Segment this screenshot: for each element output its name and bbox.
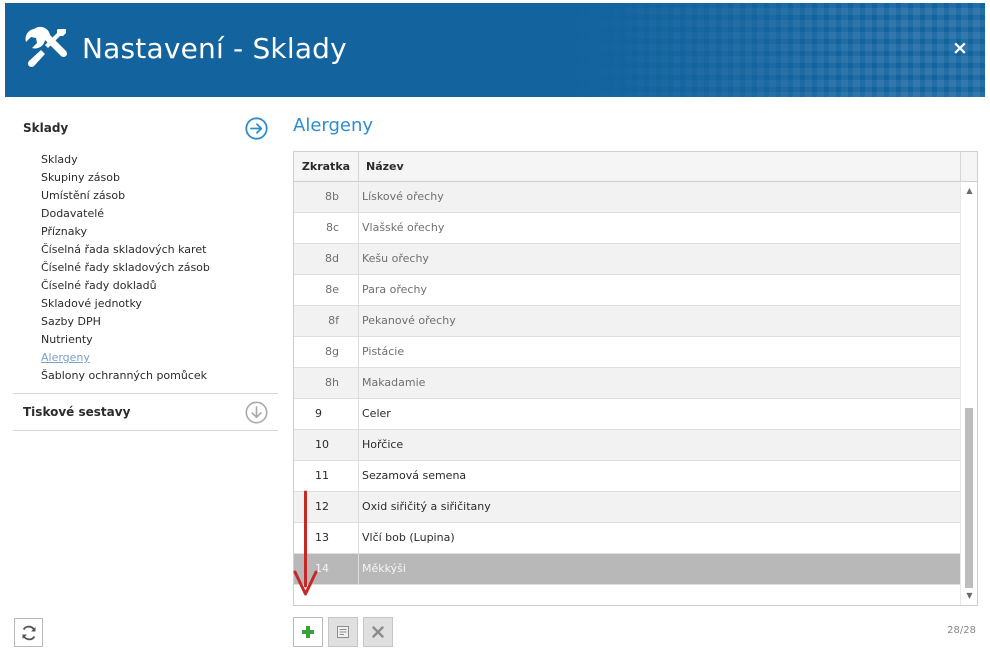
sidebar-item-sklady[interactable]: Sklady <box>41 151 278 169</box>
table-row[interactable]: 8g Pistácie <box>294 337 960 368</box>
sidebar-item-sablony[interactable]: Šablony ochranných pomůcek <box>41 367 278 385</box>
table-row[interactable]: 8e Para ořechy <box>294 275 960 306</box>
page-title: Alergeny <box>293 115 374 136</box>
table-row[interactable]: 8b Lískové ořechy <box>294 182 960 213</box>
cell-nazev: Hořčice <box>362 438 404 451</box>
cell-nazev: Makadamie <box>362 376 426 389</box>
cell-nazev: Kešu ořechy <box>362 252 429 265</box>
cell-nazev: Celer <box>362 407 391 420</box>
cell-nazev: Oxid siřičitý a siřičitany <box>362 500 491 513</box>
scroll-up-icon[interactable]: ▲ <box>961 184 977 198</box>
sidebar-item-skladove-jednotky[interactable]: Skladové jednotky <box>41 295 278 313</box>
sidebar-item-skupiny-zasob[interactable]: Skupiny zásob <box>41 169 278 187</box>
sidebar: Sklady Sklady Skupiny zásob Umístění zás… <box>13 110 278 431</box>
table-row[interactable]: 9 Celer <box>294 399 960 430</box>
section-label: Tiskové sestavy <box>23 405 131 419</box>
arrow-right-circle-icon[interactable] <box>245 117 268 140</box>
header-pattern <box>565 3 985 97</box>
cell-zkratka: 8b <box>294 182 359 212</box>
table-row[interactable]: 8c Vlašské ořechy <box>294 213 960 244</box>
table-row[interactable]: 14 Měkkýši <box>294 554 960 585</box>
table-body: 8b Lískové ořechy 8c Vlašské ořechy 8d Kešu o… <box>294 182 960 585</box>
cell-nazev: Lískové ořechy <box>362 190 444 203</box>
cell-zkratka: 8h <box>294 368 359 398</box>
column-header-nazev[interactable]: Název <box>359 152 960 181</box>
table-row[interactable]: 8d Kešu ořechy <box>294 244 960 275</box>
cell-nazev: Vlčí bob (Lupina) <box>362 531 455 544</box>
window-title: Nastavení - Sklady <box>82 32 347 65</box>
sidebar-item-ciselne-rady-zasob[interactable]: Číselné řady skladových zásob <box>41 259 278 277</box>
table-row[interactable]: 12 Oxid siřičitý a siřičitany <box>294 492 960 523</box>
cell-nazev: Vlašské ořechy <box>362 221 445 234</box>
delete-x-icon <box>372 626 384 638</box>
sidebar-item-priznaky[interactable]: Příznaky <box>41 223 278 241</box>
sidebar-section-sklady[interactable]: Sklady <box>13 110 278 146</box>
cell-zkratka: 8c <box>294 213 359 243</box>
column-header-zkratka[interactable]: Zkratka <box>294 152 359 181</box>
sidebar-section-tiskove-sestavy[interactable]: Tiskové sestavy <box>13 394 278 430</box>
header-corner <box>960 152 977 181</box>
edit-document-icon <box>337 626 349 638</box>
scroll-down-icon[interactable]: ▼ <box>961 589 977 603</box>
cell-nazev: Pistácie <box>362 345 405 358</box>
divider <box>13 430 278 431</box>
sidebar-item-nutrienty[interactable]: Nutrienty <box>41 331 278 349</box>
cell-zkratka: 8g <box>294 337 359 367</box>
table-row[interactable]: 8h Makadamie <box>294 368 960 399</box>
scroll-thumb[interactable] <box>965 408 973 588</box>
edit-button[interactable] <box>328 617 358 647</box>
cell-zkratka: 9 <box>294 399 359 429</box>
sidebar-item-sazby-dph[interactable]: Sazby DPH <box>41 313 278 331</box>
cell-zkratka: 8d <box>294 244 359 274</box>
table-row[interactable]: 10 Hořčice <box>294 430 960 461</box>
settings-window: Nastavení - Sklady × Sklady Sklady Skupi… <box>0 0 990 658</box>
refresh-button[interactable] <box>14 618 43 647</box>
table-row[interactable]: 8f Pekanové ořechy <box>294 306 960 337</box>
cell-zkratka: 8f <box>294 306 359 336</box>
cell-zkratka: 10 <box>294 430 359 460</box>
cell-nazev: Měkkýši <box>362 562 406 575</box>
allergens-table: Zkratka Název 8b Lískové ořechy 8c Vlašské … <box>293 151 978 606</box>
sidebar-nav: Sklady Skupiny zásob Umístění zásob Doda… <box>13 146 278 393</box>
sidebar-item-dodavatele[interactable]: Dodavatelé <box>41 205 278 223</box>
wrench-screwdriver-icon <box>25 26 68 68</box>
sidebar-item-ciselna-rada-karet[interactable]: Číselná řada skladových karet <box>41 241 278 259</box>
cell-nazev: Pekanové ořechy <box>362 314 456 327</box>
plus-icon <box>302 626 314 638</box>
cell-nazev: Sezamová semena <box>362 469 467 482</box>
cell-zkratka: 8e <box>294 275 359 305</box>
annotation-arrow <box>293 490 318 596</box>
refresh-icon <box>22 625 35 640</box>
delete-button[interactable] <box>363 617 393 647</box>
sidebar-item-umisteni-zasob[interactable]: Umístění zásob <box>41 187 278 205</box>
table-header: Zkratka Název <box>294 152 977 182</box>
close-icon[interactable]: × <box>951 39 969 58</box>
arrow-down-circle-icon[interactable] <box>245 401 268 424</box>
record-counter: 28/28 <box>947 625 976 636</box>
vertical-scrollbar[interactable]: ▲ ▼ <box>960 182 977 605</box>
section-label: Sklady <box>23 121 69 135</box>
table-row[interactable]: 11 Sezamová semena <box>294 461 960 492</box>
add-button[interactable] <box>293 617 323 647</box>
table-row[interactable]: 13 Vlčí bob (Lupina) <box>294 523 960 554</box>
sidebar-item-alergeny[interactable]: Alergeny <box>41 349 278 367</box>
sidebar-item-ciselne-rady-dokladu[interactable]: Číselné řady dokladů <box>41 277 278 295</box>
cell-zkratka: 11 <box>294 461 359 491</box>
cell-nazev: Para ořechy <box>362 283 427 296</box>
header-bar: Nastavení - Sklady × <box>5 3 985 97</box>
